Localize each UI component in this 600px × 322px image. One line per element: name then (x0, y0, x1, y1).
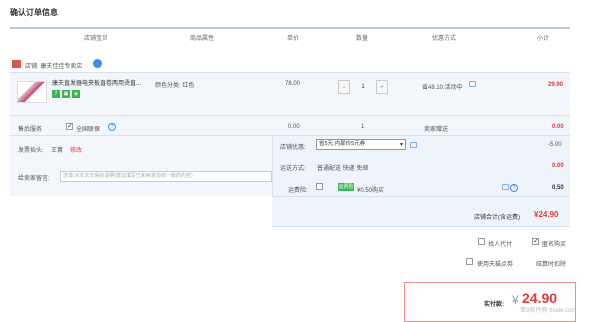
badge-7day-icon: 7 (52, 90, 60, 98)
shop-total-row (272, 197, 570, 227)
col-qty: 数量 (356, 36, 369, 42)
watermark: 第9软件网 9sale.com (520, 308, 577, 314)
help-icon[interactable]: ? (108, 123, 116, 131)
insurance-value: ¥0.50购买 (357, 188, 385, 194)
cod-label: 结算时扣除 (536, 262, 567, 268)
product-name[interactable]: 康夫直发器电夹板直卷两用烫直... (52, 80, 147, 88)
badge-guarantee-icon: ▣ (62, 90, 70, 98)
invoice-name: 王菁 (51, 148, 64, 154)
service-promo: 卖家赠送 (424, 127, 449, 133)
item-row (10, 72, 570, 116)
promo-chat-icon[interactable] (469, 81, 476, 87)
points-label: 使用天猫点券 (477, 262, 514, 268)
invoice-edit-link[interactable]: 修改 (70, 145, 82, 154)
col-attr: 商品属性 (190, 36, 215, 42)
chevron-down-icon[interactable]: ▼ (399, 142, 404, 148)
col-subtotal: 小计 (537, 36, 550, 42)
col-shop-item: 店铺宝贝 (84, 36, 109, 42)
payment-label: 实付款: (484, 302, 504, 308)
shipping-label: 运送方式: (280, 166, 306, 172)
shop-label[interactable]: 店铺: 康夫佳佳专卖店 (25, 61, 82, 70)
message-label: 给卖家留言: (18, 176, 50, 182)
qty-minus-button[interactable]: − (338, 80, 350, 94)
insurance-amount: 0.50 (552, 185, 564, 191)
qty-plus-button[interactable]: + (376, 80, 388, 94)
badge-service-icon: ◈ (72, 90, 80, 98)
friend-pay-checkbox[interactable] (478, 238, 485, 245)
shipping-value: 普通配送 快递 免邮 (317, 166, 369, 172)
service-option: 全国联保 (76, 127, 101, 133)
header-divider (10, 27, 570, 29)
qty-input[interactable]: 1 (350, 80, 376, 94)
product-attr: 颜色分类: 红色 (155, 83, 195, 89)
service-label: 售后服务 (18, 127, 43, 133)
col-promo: 优惠方式 (432, 36, 457, 42)
friend-pay-label: 找人代付 (488, 242, 513, 248)
chat-icon[interactable] (93, 59, 102, 68)
product-price: 78.00 (285, 81, 301, 87)
insurance-help-icon[interactable]: ? (510, 184, 518, 192)
payment-amount: 24.90 (522, 290, 558, 306)
service-qty: 1 (361, 124, 365, 130)
product-thumbnail[interactable] (17, 81, 47, 103)
insurance-tag: 运费险 (338, 183, 354, 191)
message-input[interactable]: 选填:对本次交易的说明(建议填写已和卖家协商一致的内容) (60, 171, 272, 182)
shop-icon (12, 60, 21, 68)
item-subtotal: 29.90 (548, 82, 564, 88)
shop-total-amount: ¥24.90 (534, 210, 559, 219)
invoice-label: 发票抬头: (18, 148, 44, 154)
promo-text: 省48.10:活动中 (422, 85, 463, 91)
service-checkbox[interactable] (66, 122, 73, 130)
shop-discount-amount: -5.00 (548, 142, 562, 148)
discount-select[interactable]: 省5元:内部价5元券 (316, 139, 406, 150)
discount-chat-icon[interactable] (410, 142, 417, 148)
payment-yen: ¥ (512, 293, 519, 307)
col-price: 单价 (287, 36, 300, 42)
anonymous-checkbox[interactable] (532, 237, 539, 245)
service-subtotal: 0.00 (552, 124, 564, 130)
buyer-info-panel (10, 136, 272, 196)
anonymous-label: 匿名购买 (542, 242, 567, 248)
page-title: 确认订单信息 (10, 8, 58, 17)
insurance-checkbox[interactable] (316, 183, 323, 190)
shipping-amount: 0.00 (552, 163, 564, 169)
points-checkbox[interactable] (466, 258, 473, 265)
shop-total-label: 店铺合计(含运费) (474, 215, 520, 221)
insurance-label: 运费险: (288, 188, 308, 194)
insurance-chat-icon[interactable] (502, 184, 509, 190)
service-price: 0.00 (288, 124, 300, 130)
shop-discount-label: 店铺优惠: (280, 145, 306, 151)
